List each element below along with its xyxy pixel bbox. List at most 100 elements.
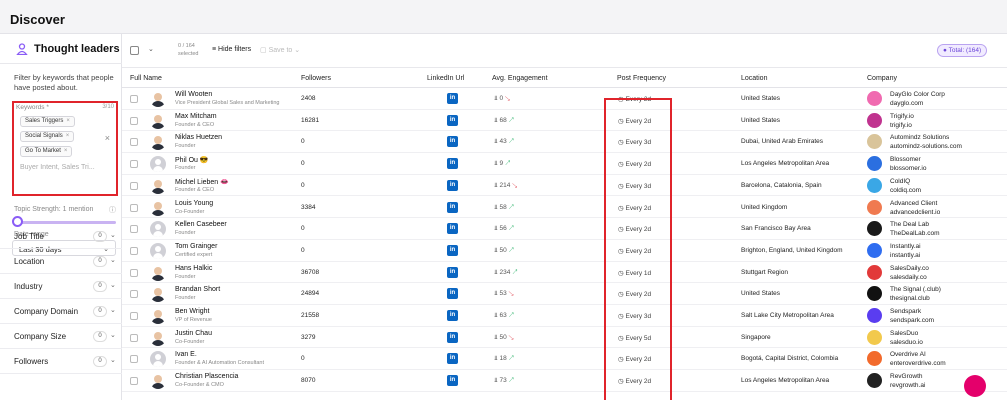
person-name[interactable]: Christian Plascencia bbox=[175, 373, 238, 380]
person-name[interactable]: Louis Young bbox=[175, 200, 213, 207]
column-followers[interactable]: Followers bbox=[301, 75, 331, 82]
company-domain[interactable]: trigify.io bbox=[890, 122, 912, 129]
select-all-checkbox[interactable] bbox=[130, 46, 139, 55]
row-checkbox[interactable] bbox=[130, 181, 138, 190]
table-row[interactable]: Brandan Short Founder 24894 in ⫫ 53 ↘ ◷ Every… bbox=[122, 283, 1007, 305]
linkedin-icon[interactable]: in bbox=[447, 114, 458, 126]
save-to-button[interactable]: ▢ Save to ⌄ bbox=[260, 46, 300, 54]
remove-chip-icon[interactable]: × bbox=[66, 118, 70, 124]
linkedin-icon[interactable]: in bbox=[447, 331, 458, 343]
person-name[interactable]: Justin Chau bbox=[175, 330, 212, 337]
column-company[interactable]: Company bbox=[867, 75, 897, 82]
company-name[interactable]: Blossomer bbox=[890, 156, 921, 163]
tab-thought-leaders[interactable]: Thought leaders bbox=[0, 34, 122, 64]
keyword-chip[interactable]: Social Signals × bbox=[20, 131, 75, 142]
row-checkbox[interactable] bbox=[130, 225, 138, 234]
company-domain[interactable]: sendspark.com bbox=[890, 317, 934, 324]
filter-company-domain[interactable]: Company Domain 0 ⌄ bbox=[0, 299, 122, 324]
column-location[interactable]: Location bbox=[741, 75, 767, 82]
row-checkbox[interactable] bbox=[130, 160, 138, 169]
company-name[interactable]: SalesDaily.co bbox=[890, 265, 929, 272]
keywords-field[interactable]: Keywords * 3/10 Sales Triggers × Social S… bbox=[12, 101, 118, 196]
company-domain[interactable]: salesduo.io bbox=[890, 339, 923, 346]
table-row[interactable]: Tom Grainger Certified expert 0 in ⫫ 50 ↗ ◷ E… bbox=[122, 240, 1007, 262]
company-domain[interactable]: TheDealLab.com bbox=[890, 230, 940, 237]
company-domain[interactable]: automindz-solutions.com bbox=[890, 143, 962, 150]
company-name[interactable]: SalesDuo bbox=[890, 330, 918, 337]
company-name[interactable]: Overdrive AI bbox=[890, 351, 926, 358]
company-domain[interactable]: revgrowth.ai bbox=[890, 382, 925, 389]
person-name[interactable]: Ben Wright bbox=[175, 308, 210, 315]
keywords-input[interactable]: Buyer Intent, Sales Tri... bbox=[20, 164, 95, 171]
row-checkbox[interactable] bbox=[130, 116, 138, 125]
column-avg-engagement[interactable]: Avg. Engagement bbox=[492, 75, 548, 82]
linkedin-icon[interactable]: in bbox=[447, 93, 458, 104]
linkedin-icon[interactable]: in bbox=[447, 244, 458, 256]
company-name[interactable]: ColdIQ bbox=[890, 178, 910, 185]
table-row[interactable]: Justin Chau Co-Founder 3279 in ⫫ 50 ↘ ◷ Every… bbox=[122, 327, 1007, 349]
filter-job-title[interactable]: Job Title 0 ⌄ bbox=[0, 224, 122, 249]
table-row[interactable]: Michel Lieben 👄 Founder & CEO 0 in ⫫ 214 ↘ ◷ … bbox=[122, 175, 1007, 197]
table-row[interactable]: Hans Halkic Founder 36708 in ⫫ 234 ↗ ◷ Every … bbox=[122, 262, 1007, 284]
table-row[interactable]: Ivan E. Founder & AI Automation Consultan… bbox=[122, 348, 1007, 371]
company-name[interactable]: Advanced Client bbox=[890, 200, 937, 207]
row-checkbox[interactable] bbox=[130, 95, 138, 103]
linkedin-icon[interactable]: in bbox=[447, 266, 458, 278]
column-linkedin-url[interactable]: LinkedIn Url bbox=[427, 75, 464, 82]
row-checkbox[interactable] bbox=[130, 203, 138, 212]
keyword-chip[interactable]: Go To Market × bbox=[20, 146, 73, 157]
linkedin-icon[interactable]: in bbox=[447, 179, 458, 191]
person-name[interactable]: Max Mitcham bbox=[175, 113, 217, 120]
person-name[interactable]: Hans Halkic bbox=[175, 265, 212, 272]
company-name[interactable]: Instantly.ai bbox=[890, 243, 921, 250]
info-icon[interactable]: ⓘ bbox=[109, 205, 116, 215]
company-name[interactable]: The Signal (.club) bbox=[890, 286, 941, 293]
table-row[interactable]: Christian Plascencia Co-Founder & CMO 8070… bbox=[122, 370, 1007, 392]
company-domain[interactable]: salesdaily.co bbox=[890, 274, 927, 281]
company-domain[interactable]: advancedclient.io bbox=[890, 209, 940, 216]
row-checkbox[interactable] bbox=[130, 268, 138, 277]
table-row[interactable]: Max Mitcham Founder & CEO 16281 in ⫫ 68 ↗ ◷ E… bbox=[122, 110, 1007, 132]
company-name[interactable]: The Deal Lab bbox=[890, 221, 929, 228]
linkedin-icon[interactable]: in bbox=[447, 310, 458, 321]
keyword-chip[interactable]: Sales Triggers × bbox=[20, 116, 75, 127]
remove-chip-icon[interactable]: × bbox=[64, 148, 68, 154]
company-domain[interactable]: coldiq.com bbox=[890, 187, 921, 194]
filter-industry[interactable]: Industry 0 ⌄ bbox=[0, 274, 122, 299]
table-row[interactable]: Louis Young Co-Founder 3384 in ⫫ 58 ↗ ◷ Every… bbox=[122, 197, 1007, 219]
company-name[interactable]: DayGlo Color Corp bbox=[890, 91, 945, 98]
linkedin-icon[interactable]: in bbox=[447, 288, 458, 300]
linkedin-icon[interactable]: in bbox=[447, 158, 458, 170]
row-checkbox[interactable] bbox=[130, 290, 138, 299]
row-checkbox[interactable] bbox=[130, 355, 138, 364]
table-row[interactable]: Ben Wright VP of Revenue 21558 in ⫫ 63 ↗ ◷ Ev… bbox=[122, 305, 1007, 327]
person-name[interactable]: Ivan E. bbox=[175, 351, 197, 358]
person-name[interactable]: Kellen Casebeer bbox=[175, 221, 227, 228]
person-name[interactable]: Brandan Short bbox=[175, 286, 220, 293]
table-row[interactable]: Niklas Huetzen Founder 0 in ⫫ 43 ↗ ◷ Every 3d… bbox=[122, 131, 1007, 154]
chevron-down-icon[interactable]: ⌄ bbox=[148, 45, 154, 53]
company-domain[interactable]: blossomer.io bbox=[890, 165, 927, 172]
row-checkbox[interactable] bbox=[130, 333, 138, 342]
filter-location[interactable]: Location 0 ⌄ bbox=[0, 249, 122, 274]
filter-company-size[interactable]: Company Size 0 ⌄ bbox=[0, 324, 122, 349]
column-post-frequency[interactable]: Post Frequency bbox=[617, 75, 666, 82]
linkedin-icon[interactable]: in bbox=[447, 201, 458, 213]
row-checkbox[interactable] bbox=[130, 312, 138, 320]
company-name[interactable]: Trigify.io bbox=[890, 113, 914, 120]
company-domain[interactable]: dayglo.com bbox=[890, 100, 923, 107]
company-name[interactable]: Automindz Solutions bbox=[890, 134, 949, 141]
hide-filters-button[interactable]: ≡ Hide filters bbox=[212, 46, 251, 53]
column-full-name[interactable]: Full Name bbox=[130, 75, 162, 82]
table-row[interactable]: Kellen Casebeer Founder 0 in ⫫ 56 ↗ ◷ Every 2… bbox=[122, 218, 1007, 240]
company-domain[interactable]: thesignal.club bbox=[890, 295, 930, 302]
filter-followers[interactable]: Followers 0 ⌄ bbox=[0, 349, 122, 374]
clear-keywords-icon[interactable]: × bbox=[105, 133, 110, 143]
linkedin-icon[interactable]: in bbox=[447, 375, 458, 387]
linkedin-icon[interactable]: in bbox=[447, 353, 458, 365]
company-domain[interactable]: instantly.ai bbox=[890, 252, 920, 259]
person-name[interactable]: Michel Lieben 👄 bbox=[175, 178, 229, 186]
company-name[interactable]: Sendspark bbox=[890, 308, 921, 315]
table-row[interactable]: Phil Ou 😎 Founder 0 in ⫫ 9 ↗ ◷ Every 2d Los An… bbox=[122, 153, 1007, 175]
person-name[interactable]: Niklas Huetzen bbox=[175, 134, 222, 141]
